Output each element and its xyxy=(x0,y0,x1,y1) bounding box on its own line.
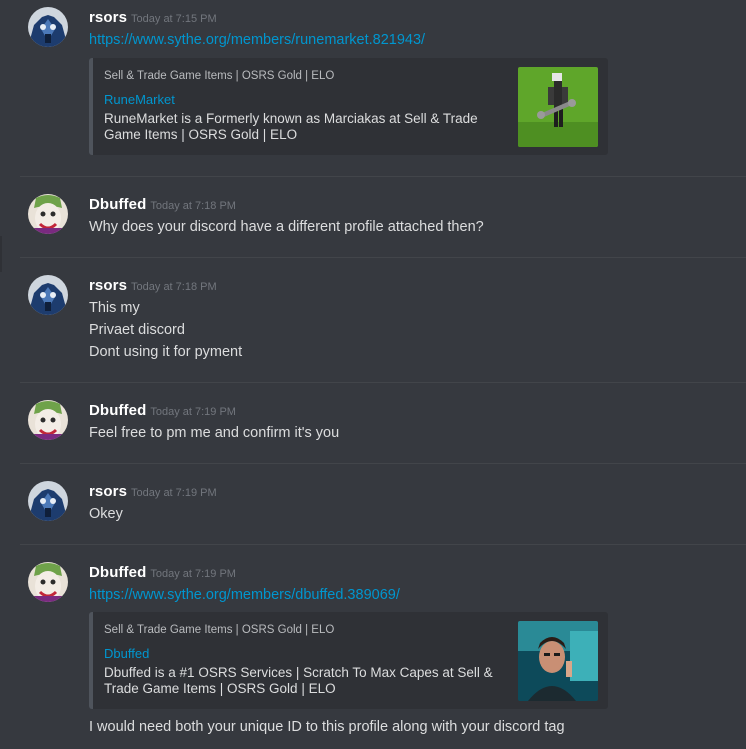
message-text: I would need both your unique ID to this… xyxy=(89,719,565,735)
username[interactable]: Dbuffed xyxy=(89,402,146,419)
link-embed: Sell & Trade Game Items | OSRS Gold | EL… xyxy=(89,612,608,709)
message-text: This my xyxy=(89,300,140,316)
message-group: Dbuffed Today at 7:19 PM https://www.syth… xyxy=(0,544,746,749)
link-embed: Sell & Trade Game Items | OSRS Gold | EL… xyxy=(89,58,608,155)
embed-provider: Sell & Trade Game Items | OSRS Gold | EL… xyxy=(104,70,335,82)
avatar[interactable] xyxy=(28,481,68,521)
message-link[interactable]: https://www.sythe.org/members/dbuffed.38… xyxy=(89,587,400,603)
username[interactable]: Dbuffed xyxy=(89,564,146,581)
message-group: Dbuffed Today at 7:18 PM Why does your di… xyxy=(0,176,746,257)
username[interactable]: Dbuffed xyxy=(89,196,146,213)
timestamp: Today at 7:19 PM xyxy=(150,568,236,580)
timestamp: Today at 7:15 PM xyxy=(131,13,217,25)
timestamp: Today at 7:19 PM xyxy=(131,487,217,499)
avatar[interactable] xyxy=(28,194,68,234)
message-text: Feel free to pm me and confirm it's you xyxy=(89,425,340,441)
embed-thumbnail[interactable] xyxy=(518,621,598,701)
message-text: Dont using it for pyment xyxy=(89,344,243,360)
chat-messages: rsors Today at 7:15 PM https://www.sythe.… xyxy=(0,0,746,749)
avatar[interactable] xyxy=(28,400,68,440)
message-group: rsors Today at 7:19 PM Okey xyxy=(0,463,746,544)
embed-provider: Sell & Trade Game Items | OSRS Gold | EL… xyxy=(104,624,335,636)
embed-title-link[interactable]: RuneMarket xyxy=(104,92,175,107)
timestamp: Today at 7:18 PM xyxy=(150,200,236,212)
message-link[interactable]: https://www.sythe.org/members/runemarket… xyxy=(89,32,425,48)
embed-title-link[interactable]: Dbuffed xyxy=(104,646,149,661)
message-group: rsors Today at 7:15 PM https://www.sythe.… xyxy=(0,0,746,176)
username[interactable]: rsors xyxy=(89,277,127,294)
avatar[interactable] xyxy=(28,562,68,602)
username[interactable]: rsors xyxy=(89,9,127,26)
avatar[interactable] xyxy=(28,7,68,47)
embed-description: RuneMarket is a Formerly known as Marcia… xyxy=(104,111,478,142)
message-group: Dbuffed Today at 7:19 PM Feel free to pm … xyxy=(0,382,746,463)
message-text: Why does your discord have a different p… xyxy=(89,219,484,235)
timestamp: Today at 7:18 PM xyxy=(131,281,217,293)
embed-thumbnail[interactable] xyxy=(518,67,598,147)
message-text: Okey xyxy=(89,506,123,522)
username[interactable]: rsors xyxy=(89,483,127,500)
embed-description: Dbuffed is a #1 OSRS Services | Scratch … xyxy=(104,665,493,696)
message-text: Privaet discord xyxy=(89,322,185,338)
avatar[interactable] xyxy=(28,275,68,315)
timestamp: Today at 7:19 PM xyxy=(150,406,236,418)
message-group: rsors Today at 7:18 PM This my Privaet di… xyxy=(0,257,746,382)
